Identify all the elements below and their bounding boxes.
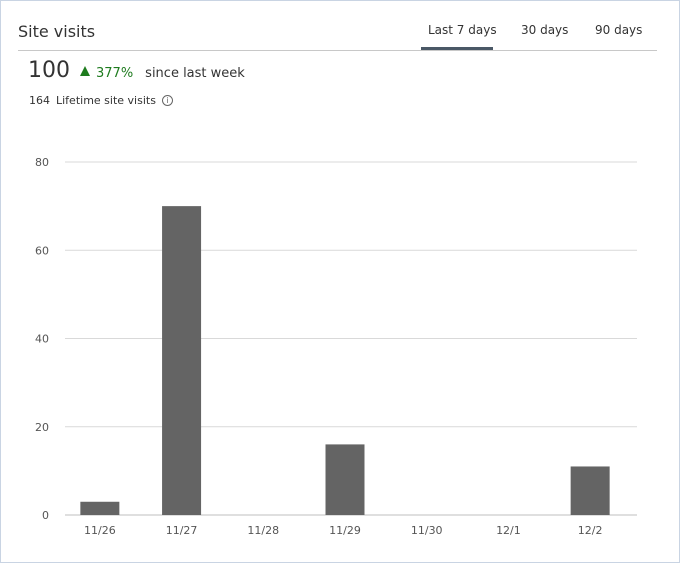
x-tick-label: 12/2 — [578, 524, 603, 537]
x-tick-label: 11/28 — [247, 524, 279, 537]
y-tick-label: 80 — [35, 156, 49, 169]
y-tick-label: 60 — [35, 244, 49, 257]
x-tick-label: 11/29 — [329, 524, 361, 537]
y-tick-label: 20 — [35, 421, 49, 434]
bar — [162, 206, 202, 515]
y-tick-label: 40 — [35, 333, 49, 346]
x-tick-label: 11/26 — [84, 524, 116, 537]
bar — [570, 466, 610, 515]
y-tick-label: 0 — [42, 509, 49, 522]
site-visits-card: Site visits Last 7 days 30 days 90 days … — [0, 0, 680, 563]
bar — [80, 501, 120, 515]
x-tick-label: 11/30 — [411, 524, 443, 537]
bar — [325, 444, 365, 515]
x-tick-label: 11/27 — [166, 524, 198, 537]
x-tick-label: 12/1 — [496, 524, 521, 537]
visits-bar-chart: 0 20 40 60 80 11/26 11/27 11/28 11/29 11/30 12/1 12… — [35, 156, 637, 537]
